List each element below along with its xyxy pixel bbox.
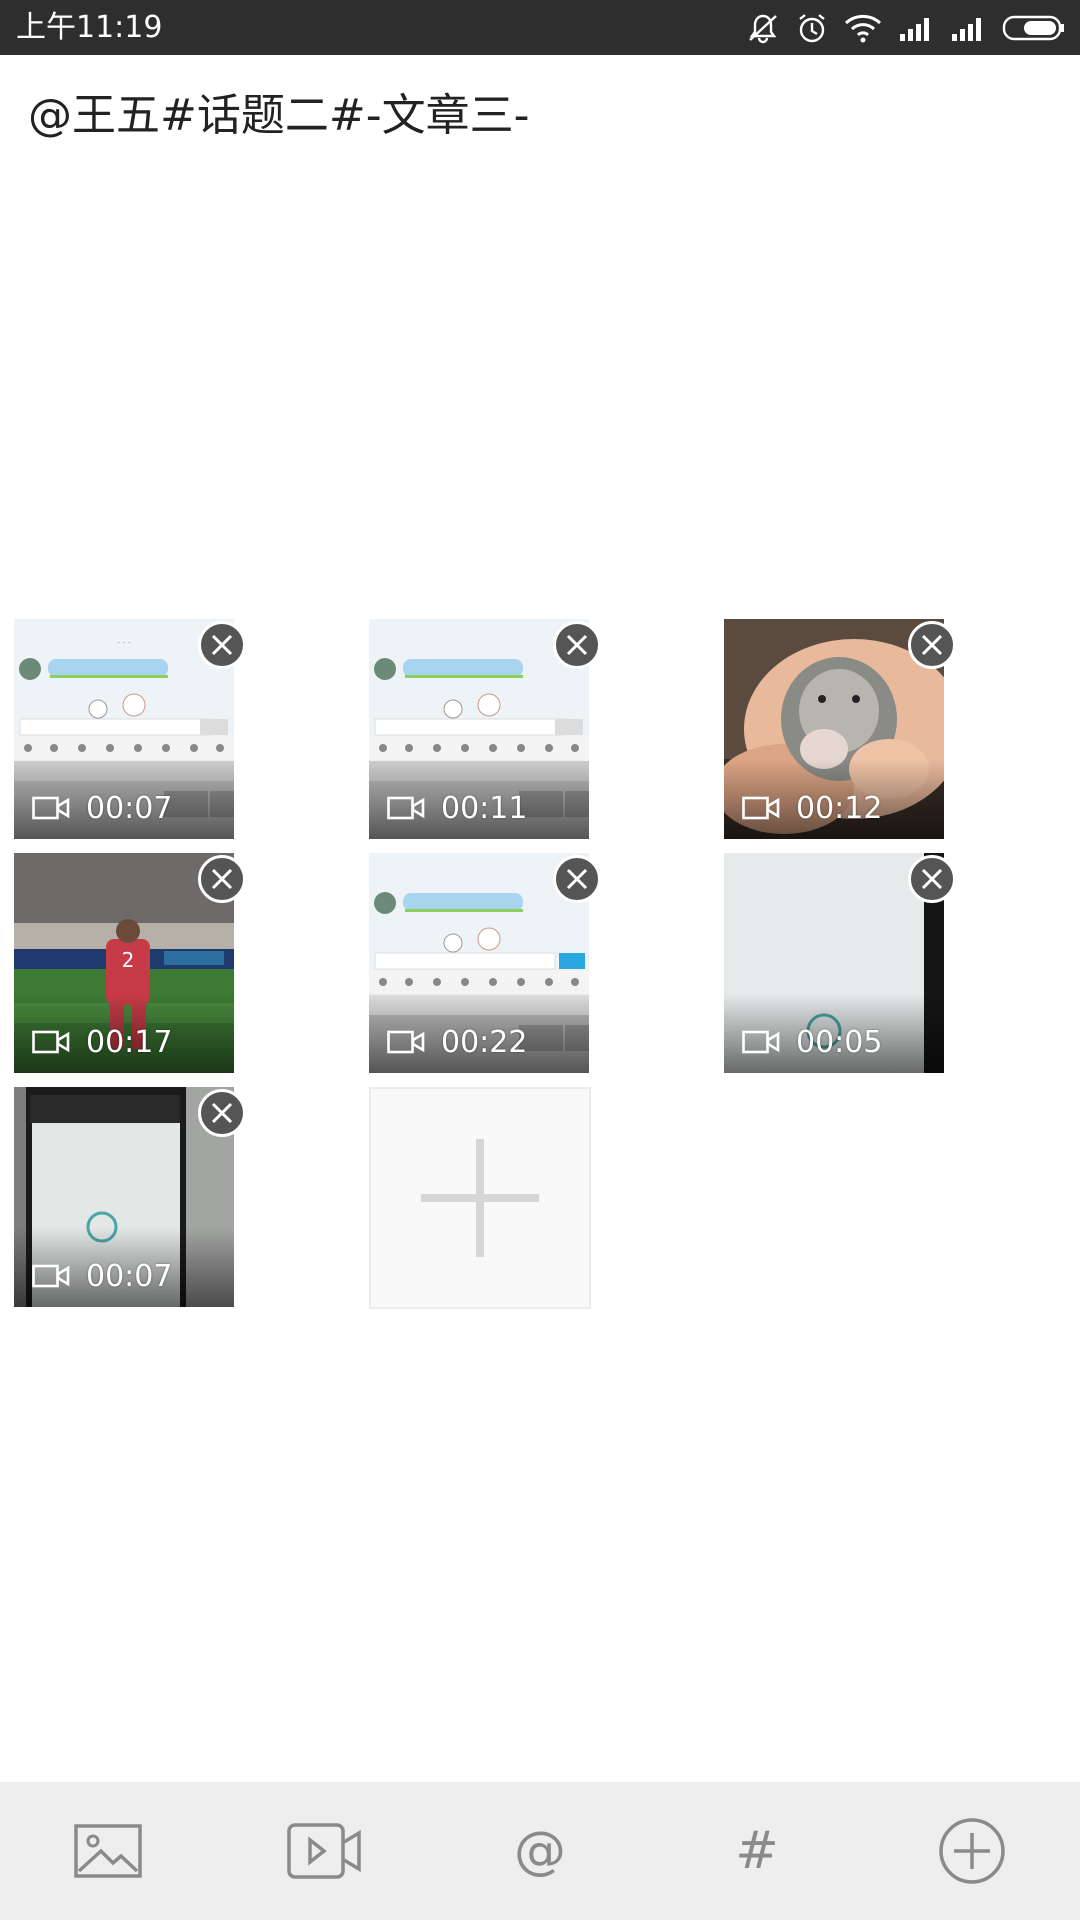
more-button[interactable] xyxy=(902,1782,1042,1920)
status-icons xyxy=(746,12,1066,44)
video-duration: 00:11 xyxy=(441,791,528,826)
close-icon xyxy=(566,634,588,656)
close-icon xyxy=(211,634,233,656)
video-camera-icon xyxy=(32,1264,70,1288)
video-camera-icon xyxy=(32,796,70,820)
video-camera-icon xyxy=(32,1030,70,1054)
image-icon xyxy=(74,1824,142,1878)
status-bar: 上午11:19 xyxy=(0,0,1080,55)
video-camera-icon xyxy=(387,1030,425,1054)
remove-media-button[interactable] xyxy=(198,1089,246,1137)
video-duration: 00:05 xyxy=(796,1025,883,1060)
status-time: 上午11:19 xyxy=(16,10,163,45)
close-icon xyxy=(921,868,943,890)
remove-media-button[interactable] xyxy=(908,621,956,669)
remove-media-button[interactable] xyxy=(198,855,246,903)
insert-image-button[interactable] xyxy=(38,1782,178,1920)
remove-media-button[interactable] xyxy=(553,621,601,669)
remove-media-button[interactable] xyxy=(908,855,956,903)
close-icon xyxy=(566,868,588,890)
remove-media-button[interactable] xyxy=(198,621,246,669)
remove-media-button[interactable] xyxy=(553,855,601,903)
hashtag-icon: # xyxy=(735,1821,779,1881)
wifi-icon xyxy=(844,13,882,43)
video-duration: 00:07 xyxy=(86,791,173,826)
post-text-input[interactable]: @王五#话题二#-文章三- xyxy=(28,86,1058,146)
alarm-icon xyxy=(796,12,828,44)
close-icon xyxy=(211,868,233,890)
video-duration: 00:22 xyxy=(441,1025,528,1060)
mention-button[interactable]: @ xyxy=(470,1782,610,1920)
svg-text:. . .: . . . xyxy=(118,636,131,645)
close-icon xyxy=(921,634,943,656)
close-icon xyxy=(211,1102,233,1124)
signal-icon-2 xyxy=(950,14,986,42)
add-circle-icon xyxy=(939,1818,1005,1884)
bottom-toolbar: @ # xyxy=(0,1782,1080,1920)
video-camera-icon xyxy=(387,796,425,820)
video-duration: 00:17 xyxy=(86,1025,173,1060)
insert-video-button[interactable] xyxy=(254,1782,394,1920)
video-camera-icon xyxy=(742,796,780,820)
battery-icon xyxy=(1002,14,1066,42)
plus-icon xyxy=(421,1139,539,1257)
video-camera-icon xyxy=(742,1030,780,1054)
video-duration: 00:12 xyxy=(796,791,883,826)
video-icon xyxy=(287,1823,361,1879)
svg-text:2: 2 xyxy=(122,948,135,972)
video-duration: 00:07 xyxy=(86,1259,173,1294)
signal-icon xyxy=(898,14,934,42)
at-icon: @ xyxy=(514,1821,566,1881)
hashtag-button[interactable]: # xyxy=(687,1782,827,1920)
add-media-button[interactable] xyxy=(369,1087,591,1309)
mute-bell-icon xyxy=(746,12,780,44)
